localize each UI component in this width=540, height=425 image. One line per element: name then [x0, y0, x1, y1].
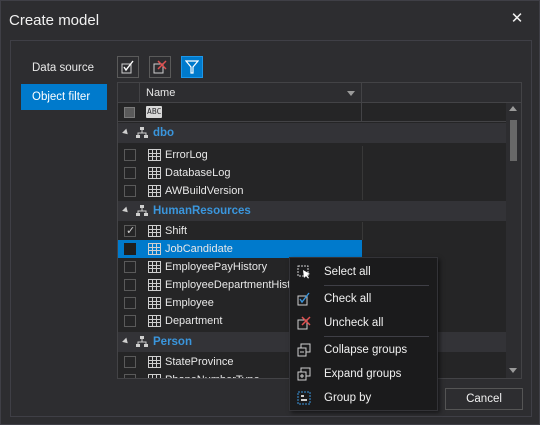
check-all-icon: [121, 60, 134, 74]
group-label: Person: [153, 336, 192, 348]
menu-separator: [324, 285, 429, 286]
menu-item-label: Expand groups: [324, 368, 402, 380]
row-checkbox[interactable]: [124, 315, 136, 327]
text-filter-icon: ABC: [146, 106, 163, 118]
uncheck-all-button[interactable]: [149, 56, 171, 78]
menu-item-expand-groups[interactable]: Expand groups: [290, 363, 437, 385]
table-icon: [148, 185, 161, 197]
table-icon: [148, 297, 161, 309]
table-row[interactable]: AWBuildVersion: [118, 182, 506, 200]
grid-header: Name: [118, 83, 521, 103]
menu-item-select-all[interactable]: Select all: [290, 261, 437, 283]
menu-item-label: Uncheck all: [324, 317, 384, 329]
filter-row: ABC: [118, 103, 521, 122]
select-all-icon: [297, 265, 310, 279]
row-label: Shift: [165, 225, 188, 237]
uncheck-all-icon: [297, 316, 311, 330]
menu-item-label: Group by: [324, 392, 372, 404]
row-checkbox[interactable]: [124, 243, 136, 255]
table-icon: [148, 243, 161, 255]
nav-item-data-source[interactable]: Data source: [21, 55, 107, 81]
row-label: ErrorLog: [165, 149, 208, 161]
cell-divider: [362, 146, 363, 164]
create-model-dialog: Create model ✕ Data source Object filter…: [0, 0, 540, 425]
table-icon: [148, 315, 161, 327]
row-label: DatabaseLog: [165, 167, 231, 179]
column-header-name-label: Name: [146, 87, 176, 99]
table-row-selected[interactable]: JobCandidate: [118, 240, 362, 258]
header-check-column: [118, 83, 140, 103]
scroll-up-icon[interactable]: [509, 106, 517, 111]
row-checkbox[interactable]: [124, 185, 136, 197]
row-checkbox[interactable]: [124, 297, 136, 309]
table-icon: [148, 261, 161, 273]
column-header-name[interactable]: Name: [140, 83, 362, 103]
cell-divider: [362, 164, 363, 182]
expand-arrow-icon[interactable]: [122, 337, 130, 346]
nav-item-object-filter[interactable]: Object filter: [21, 84, 107, 110]
row-label: AWBuildVersion: [165, 185, 244, 197]
expand-arrow-icon[interactable]: [122, 128, 130, 137]
cancel-button[interactable]: Cancel: [445, 388, 523, 410]
table-row[interactable]: DatabaseLog: [118, 164, 506, 182]
table-icon: [148, 149, 161, 161]
group-label: HumanResources: [153, 205, 251, 217]
row-checkbox[interactable]: [124, 279, 136, 291]
table-row[interactable]: Shift: [118, 222, 506, 240]
filter-row-checkbox[interactable]: [124, 107, 135, 118]
uncheck-all-icon: [153, 60, 167, 74]
table-row[interactable]: ErrorLog: [118, 146, 506, 164]
group-header-humanresources[interactable]: HumanResources: [118, 201, 506, 221]
menu-item-uncheck-all[interactable]: Uncheck all: [290, 312, 437, 334]
vertical-scrollbar[interactable]: [506, 103, 521, 378]
filter-button[interactable]: [181, 56, 203, 78]
row-checkbox[interactable]: [124, 224, 136, 237]
table-icon: [148, 356, 161, 368]
menu-item-group-by[interactable]: Group by: [290, 387, 437, 409]
menu-item-check-all[interactable]: Check all: [290, 288, 437, 310]
group-header-dbo[interactable]: dbo: [118, 123, 506, 143]
check-all-icon: [297, 292, 310, 306]
context-menu: Select all Check all Uncheck all Collaps…: [289, 257, 438, 411]
row-checkbox[interactable]: [124, 374, 136, 378]
sort-arrow-icon[interactable]: [347, 91, 355, 96]
name-filter-cell[interactable]: ABC: [140, 103, 362, 122]
expand-groups-icon: [297, 367, 311, 381]
schema-tree-icon: [136, 336, 148, 347]
check-all-button[interactable]: [117, 56, 139, 78]
row-label: JobCandidate: [165, 243, 233, 255]
cell-divider: [362, 222, 363, 240]
table-icon: [148, 279, 161, 291]
menu-item-label: Select all: [324, 266, 371, 278]
cell-divider: [362, 182, 363, 200]
expand-arrow-icon[interactable]: [122, 206, 130, 215]
title-bar: Create model ✕: [1, 1, 539, 39]
group-label: dbo: [153, 127, 175, 139]
menu-item-label: Collapse groups: [324, 344, 408, 356]
dialog-title: Create model: [9, 12, 100, 29]
menu-item-collapse-groups[interactable]: Collapse groups: [290, 339, 437, 361]
row-checkbox[interactable]: [124, 261, 136, 273]
group-by-icon: [297, 391, 311, 405]
menu-item-label: Check all: [324, 293, 372, 305]
row-checkbox[interactable]: [124, 167, 136, 179]
schema-tree-icon: [136, 205, 148, 216]
row-checkbox[interactable]: [124, 356, 136, 368]
abc-text: ABC: [147, 107, 162, 116]
table-icon: [148, 167, 161, 179]
table-icon: [148, 225, 161, 237]
scroll-down-icon[interactable]: [509, 368, 517, 373]
schema-tree-icon: [136, 127, 148, 138]
filter-icon: [185, 60, 199, 74]
row-checkbox[interactable]: [124, 149, 136, 161]
menu-separator: [324, 336, 429, 337]
close-icon[interactable]: ✕: [509, 11, 525, 27]
table-icon: [148, 374, 161, 378]
collapse-groups-icon: [297, 343, 311, 357]
scroll-thumb[interactable]: [510, 120, 517, 161]
